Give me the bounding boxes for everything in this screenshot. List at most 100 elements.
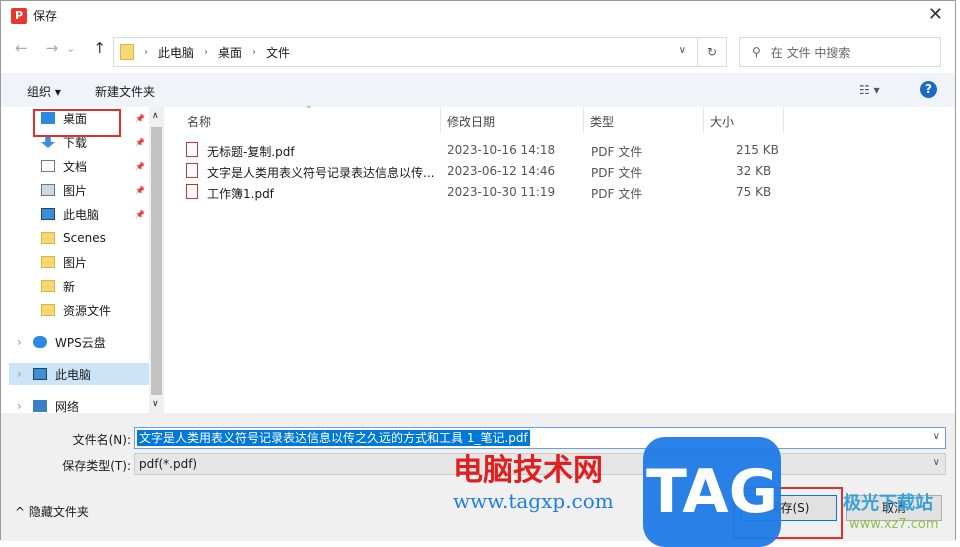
forward-button[interactable]: → [46,39,59,57]
chevron-down-icon[interactable]: ∨ [679,45,686,56]
sidebar-item-label: 网络 [55,399,80,414]
filename-value: 文字是人类用表义符号记录表达信息以传之久远的方式和工具 1_笔记.pdf [137,430,530,446]
cloud-icon [33,336,47,348]
sidebar-item-label: WPS云盘 [55,335,106,350]
column-type[interactable]: 类型 [584,107,704,133]
filetype-value: pdf(*.pdf) [139,457,198,471]
file-size: 75 KB [736,185,772,199]
pin-icon: 📌 [135,113,145,123]
watermark-site-name: 电脑技术网 [453,453,603,488]
scroll-up-icon[interactable]: ∧ [152,111,159,121]
sidebar-item[interactable]: › 此电脑 [9,363,149,385]
sidebar-item[interactable]: Scenes [9,227,149,249]
close-button[interactable]: ✕ [928,4,943,25]
pin-icon: 📌 [135,185,145,195]
sidebar-item-label: 图片 [63,183,88,198]
search-input[interactable]: ⚲ 在 文件 中搜索 [739,37,941,67]
organize-button[interactable]: 组织 ▾ [27,83,61,100]
hide-folders-toggle[interactable]: ^ 隐藏文件夹 [15,503,89,520]
sidebar-item-label: 此电脑 [55,367,92,382]
pdf-file-icon [186,184,198,199]
watermark-url2: www.xz7.com [849,517,939,532]
download-icon [41,136,55,148]
computer-icon [41,208,55,220]
sidebar-item-label: 图片 [63,255,88,270]
back-button[interactable]: ← [15,39,28,57]
scrollbar-thumb[interactable] [151,127,162,395]
expand-icon[interactable]: › [17,335,22,349]
pin-icon: 📌 [135,209,145,219]
expand-icon[interactable]: › [17,367,22,381]
save-dialog: P 保存 ✕ ← → ⌄ ↑ › 此电脑 › 桌面 › 文件 ∨ ↻ ⚲ 在 文… [0,0,956,547]
computer-icon [33,368,47,380]
watermark-url: www.tagxp.com [453,489,614,513]
breadcrumb-item[interactable]: 文件 [266,44,290,61]
file-date: 2023-06-12 14:46 [447,164,556,178]
sidebar-item[interactable]: 图片 [9,251,149,273]
sidebar-item[interactable]: 文档 📌 [9,155,149,177]
pin-icon: 📌 [135,137,145,147]
view-options-button[interactable]: ☷ ▾ [859,83,880,97]
chevron-right-icon: › [144,46,148,58]
sidebar-item-label: Scenes [63,231,106,245]
pdf-file-icon [186,142,198,157]
breadcrumb-item[interactable]: 此电脑 [158,44,194,61]
title-bar: P 保存 [11,7,57,24]
nav-buttons: ← → ⌄ ↑ [15,39,106,57]
file-row[interactable]: 文字是人类用表义符号记录表达信息以传... 2023-06-12 14:46 P… [186,161,786,182]
sidebar-item-label: 文档 [63,159,88,174]
file-size: 32 KB [736,164,772,178]
search-icon: ⚲ [752,45,761,59]
sidebar-item[interactable]: 图片 📌 [9,179,149,201]
watermark-tag-logo: TAG [643,437,781,547]
file-row[interactable]: 无标题-复制.pdf 2023-10-16 14:18 PDF 文件 215 K… [186,140,786,161]
search-placeholder: 在 文件 中搜索 [770,45,851,60]
filetype-label: 保存类型(T): [62,459,131,473]
file-size: 215 KB [736,143,779,157]
sort-indicator-icon: ⌄ [305,101,313,111]
navigation-pane: 桌面 📌 下载 📌 文档 📌 图片 📌 此电脑 📌 Scenes 图片新资源文件 › WPS云盘 › 此电脑 ›… [9,107,149,414]
folder-icon [41,280,55,292]
pdf-file-icon [186,163,198,178]
column-size[interactable]: 大小 [704,107,784,133]
file-name: 无标题-复制.pdf [207,145,295,159]
toolbar: 组织 ▾ 新建文件夹 ☷ ▾ ? [1,73,955,107]
folder-icon [41,256,55,268]
chevron-down-icon[interactable]: ∨ [933,431,940,442]
new-folder-button[interactable]: 新建文件夹 [95,83,155,100]
filename-label: 文件名(N): [72,433,131,447]
folder-icon [120,44,134,60]
sidebar-item[interactable]: 资源文件 [9,299,149,321]
sidebar-item-label: 此电脑 [63,207,100,222]
address-bar[interactable]: › 此电脑 › 桌面 › 文件 ∨ [113,37,727,67]
chevron-right-icon: › [204,46,209,58]
watermark-brand: 极光下载站 [843,493,933,514]
column-date[interactable]: 修改日期 [441,107,584,133]
sidebar-item[interactable]: › WPS云盘 [9,331,149,353]
breadcrumb-item[interactable]: 桌面 [218,44,242,61]
file-row[interactable]: 工作簿1.pdf 2023-10-30 11:19 PDF 文件 75 KB [186,182,786,203]
refresh-button[interactable]: ↻ [697,37,727,67]
folder-icon [41,232,55,244]
network-icon [33,400,47,412]
scroll-down-icon[interactable]: ∨ [152,399,159,409]
sidebar-item-label: 资源文件 [63,303,112,318]
wps-pdf-logo-icon: P [11,7,27,24]
file-date: 2023-10-30 11:19 [447,185,556,199]
highlight-box [33,109,121,137]
sidebar-item-label: 新 [63,279,76,294]
file-type: PDF 文件 [591,166,643,180]
picture-icon [41,184,55,196]
recent-dropdown[interactable]: ⌄ [66,42,75,55]
help-button[interactable]: ? [920,81,937,98]
expand-icon[interactable]: › [17,399,22,413]
sidebar-item[interactable]: 新 [9,275,149,297]
up-button[interactable]: ↑ [93,39,106,57]
file-type: PDF 文件 [591,145,643,159]
sidebar-item[interactable]: 此电脑 📌 [9,203,149,225]
folder-icon [41,304,55,316]
dialog-title: 保存 [33,9,58,23]
pin-icon: 📌 [135,161,145,171]
file-name: 工作簿1.pdf [207,187,274,201]
chevron-right-icon: › [252,46,257,58]
